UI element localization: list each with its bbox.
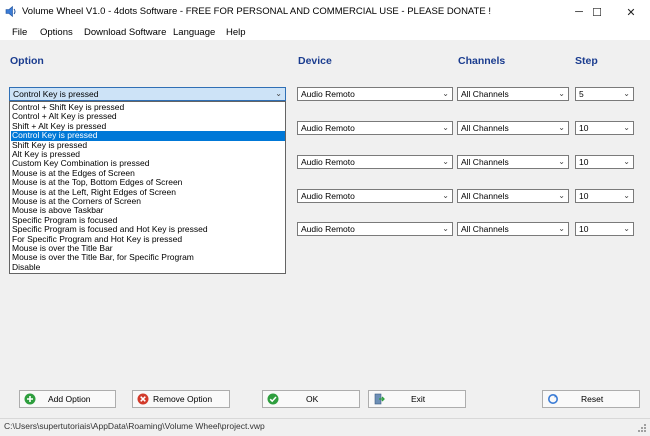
exit-button[interactable]: Exit	[368, 390, 466, 408]
device-select[interactable]: Audio Remoto ⌄	[297, 155, 453, 169]
channels-select-value: All Channels	[461, 89, 509, 99]
chevron-down-icon: ⌄	[442, 89, 449, 98]
reset-icon	[548, 394, 558, 404]
step-select-value: 10	[579, 157, 589, 167]
channels-select-value: All Channels	[461, 157, 509, 167]
ok-label: OK	[306, 394, 319, 404]
plus-icon	[24, 393, 36, 405]
chevron-down-icon: ⌄	[442, 157, 449, 166]
chevron-down-icon: ⌄	[558, 157, 565, 166]
header-channels: Channels	[458, 55, 506, 67]
chevron-down-icon: ⌄	[558, 123, 565, 132]
chevron-down-icon: ⌄	[558, 224, 565, 233]
menu-language[interactable]: Language	[173, 27, 215, 38]
chevron-down-icon: ⌄	[442, 191, 449, 200]
chevron-down-icon: ⌄	[623, 157, 630, 166]
resize-grip-icon[interactable]	[636, 422, 647, 433]
device-select-value: Audio Remoto	[301, 89, 355, 99]
channels-select[interactable]: All Channels ⌄	[457, 222, 569, 236]
device-select[interactable]: Audio Remoto ⌄	[297, 87, 453, 101]
add-option-label: Add Option	[48, 394, 91, 404]
option-select-value: Control Key is pressed	[13, 89, 99, 99]
exit-door-icon	[374, 393, 385, 405]
device-select[interactable]: Audio Remoto ⌄	[297, 222, 453, 236]
reset-label: Reset	[581, 394, 604, 404]
reset-button[interactable]: Reset	[542, 390, 640, 408]
header-device: Device	[298, 55, 332, 67]
remove-option-label: Remove Option	[153, 394, 213, 404]
add-option-button[interactable]: Add Option	[19, 390, 116, 408]
option-select[interactable]: Control Key is pressed ⌄	[9, 87, 286, 101]
maximize-button[interactable]: ☐	[578, 0, 616, 24]
menu-options[interactable]: Options	[40, 27, 73, 38]
chevron-down-icon: ⌄	[275, 89, 282, 98]
channels-select[interactable]: All Channels ⌄	[457, 155, 569, 169]
exit-label: Exit	[411, 394, 426, 404]
remove-icon	[137, 393, 149, 405]
step-select[interactable]: 10 ⌄	[575, 121, 634, 135]
maximize-icon: ☐	[592, 6, 602, 19]
step-select[interactable]: 5 ⌄	[575, 87, 634, 101]
device-select-value: Audio Remoto	[301, 157, 355, 167]
device-select-value: Audio Remoto	[301, 123, 355, 133]
header-step: Step	[575, 55, 598, 67]
ok-button[interactable]: OK	[262, 390, 360, 408]
option-dropdown-list[interactable]: Control + Shift Key is pressed Control +…	[9, 101, 286, 274]
step-select[interactable]: 10 ⌄	[575, 155, 634, 169]
channels-select-value: All Channels	[461, 123, 509, 133]
chevron-down-icon: ⌄	[442, 123, 449, 132]
menu-help[interactable]: Help	[226, 27, 246, 38]
menu-file[interactable]: File	[12, 27, 27, 38]
channels-select[interactable]: All Channels ⌄	[457, 121, 569, 135]
device-select-value: Audio Remoto	[301, 224, 355, 234]
device-select[interactable]: Audio Remoto ⌄	[297, 121, 453, 135]
chevron-down-icon: ⌄	[623, 123, 630, 132]
chevron-down-icon: ⌄	[558, 89, 565, 98]
remove-option-button[interactable]: Remove Option	[132, 390, 230, 408]
step-select-value: 10	[579, 191, 589, 201]
chevron-down-icon: ⌄	[442, 224, 449, 233]
header-option: Option	[10, 55, 44, 67]
chevron-down-icon: ⌄	[623, 224, 630, 233]
option-list-item[interactable]: Disable	[11, 262, 285, 272]
channels-select[interactable]: All Channels ⌄	[457, 87, 569, 101]
close-button[interactable]: ✕	[612, 0, 650, 24]
status-file-path: C:\Users\supertutoriais\AppData\Roaming\…	[4, 421, 265, 431]
step-select[interactable]: 10 ⌄	[575, 189, 634, 203]
menu-download-software[interactable]: Download Software	[84, 27, 166, 38]
device-select[interactable]: Audio Remoto ⌄	[297, 189, 453, 203]
check-icon	[267, 393, 279, 405]
close-icon: ✕	[626, 6, 636, 19]
chevron-down-icon: ⌄	[623, 191, 630, 200]
speaker-icon	[5, 5, 16, 18]
option-list-item[interactable]: Mouse is over the Title Bar, for Specifi…	[11, 252, 285, 262]
channels-select-value: All Channels	[461, 191, 509, 201]
device-select-value: Audio Remoto	[301, 191, 355, 201]
channels-select[interactable]: All Channels ⌄	[457, 189, 569, 203]
channels-select-value: All Channels	[461, 224, 509, 234]
step-select-value: 10	[579, 123, 589, 133]
step-select-value: 5	[579, 89, 584, 99]
chevron-down-icon: ⌄	[558, 191, 565, 200]
step-select-value: 10	[579, 224, 589, 234]
chevron-down-icon: ⌄	[623, 89, 630, 98]
step-select[interactable]: 10 ⌄	[575, 222, 634, 236]
window-title: Volume Wheel V1.0 - 4dots Software - FRE…	[22, 6, 491, 17]
